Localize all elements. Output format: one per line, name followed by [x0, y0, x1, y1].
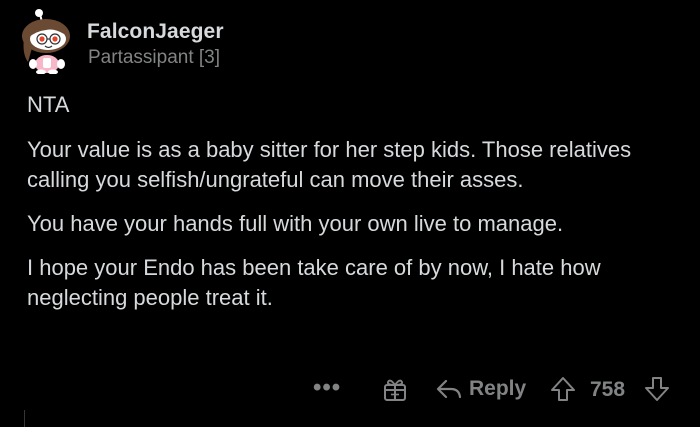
reply-label: Reply — [469, 377, 527, 400]
more-options-icon[interactable]: ••• — [313, 374, 341, 402]
comment-paragraph: I hope your Endo has been take care of b… — [27, 255, 601, 310]
thread-line[interactable] — [24, 410, 25, 427]
award-gift-icon[interactable] — [381, 375, 409, 403]
downvote-arrow-icon[interactable] — [643, 375, 671, 403]
avatar[interactable] — [18, 8, 74, 74]
reply-arrow-icon — [436, 379, 462, 399]
comment-body: NTA Your value is as a baby sitter for h… — [27, 90, 677, 327]
comment-paragraph: NTA — [27, 92, 70, 117]
reply-button[interactable]: Reply — [435, 373, 526, 405]
comment-paragraph: Your value is as a baby sitter for her s… — [27, 137, 632, 192]
comment: FalconJaeger Partassipant [3] NTA Your v… — [0, 0, 700, 427]
upvote-arrow-icon[interactable] — [549, 375, 577, 403]
comment-paragraph: You have your hands full with your own l… — [27, 211, 564, 236]
vote-score: 758 — [590, 378, 626, 401]
comment-action-bar: ••• Reply 758 — [0, 370, 700, 410]
author-username[interactable]: FalconJaeger — [87, 20, 224, 44]
user-flair: Partassipant [3] — [88, 47, 221, 68]
